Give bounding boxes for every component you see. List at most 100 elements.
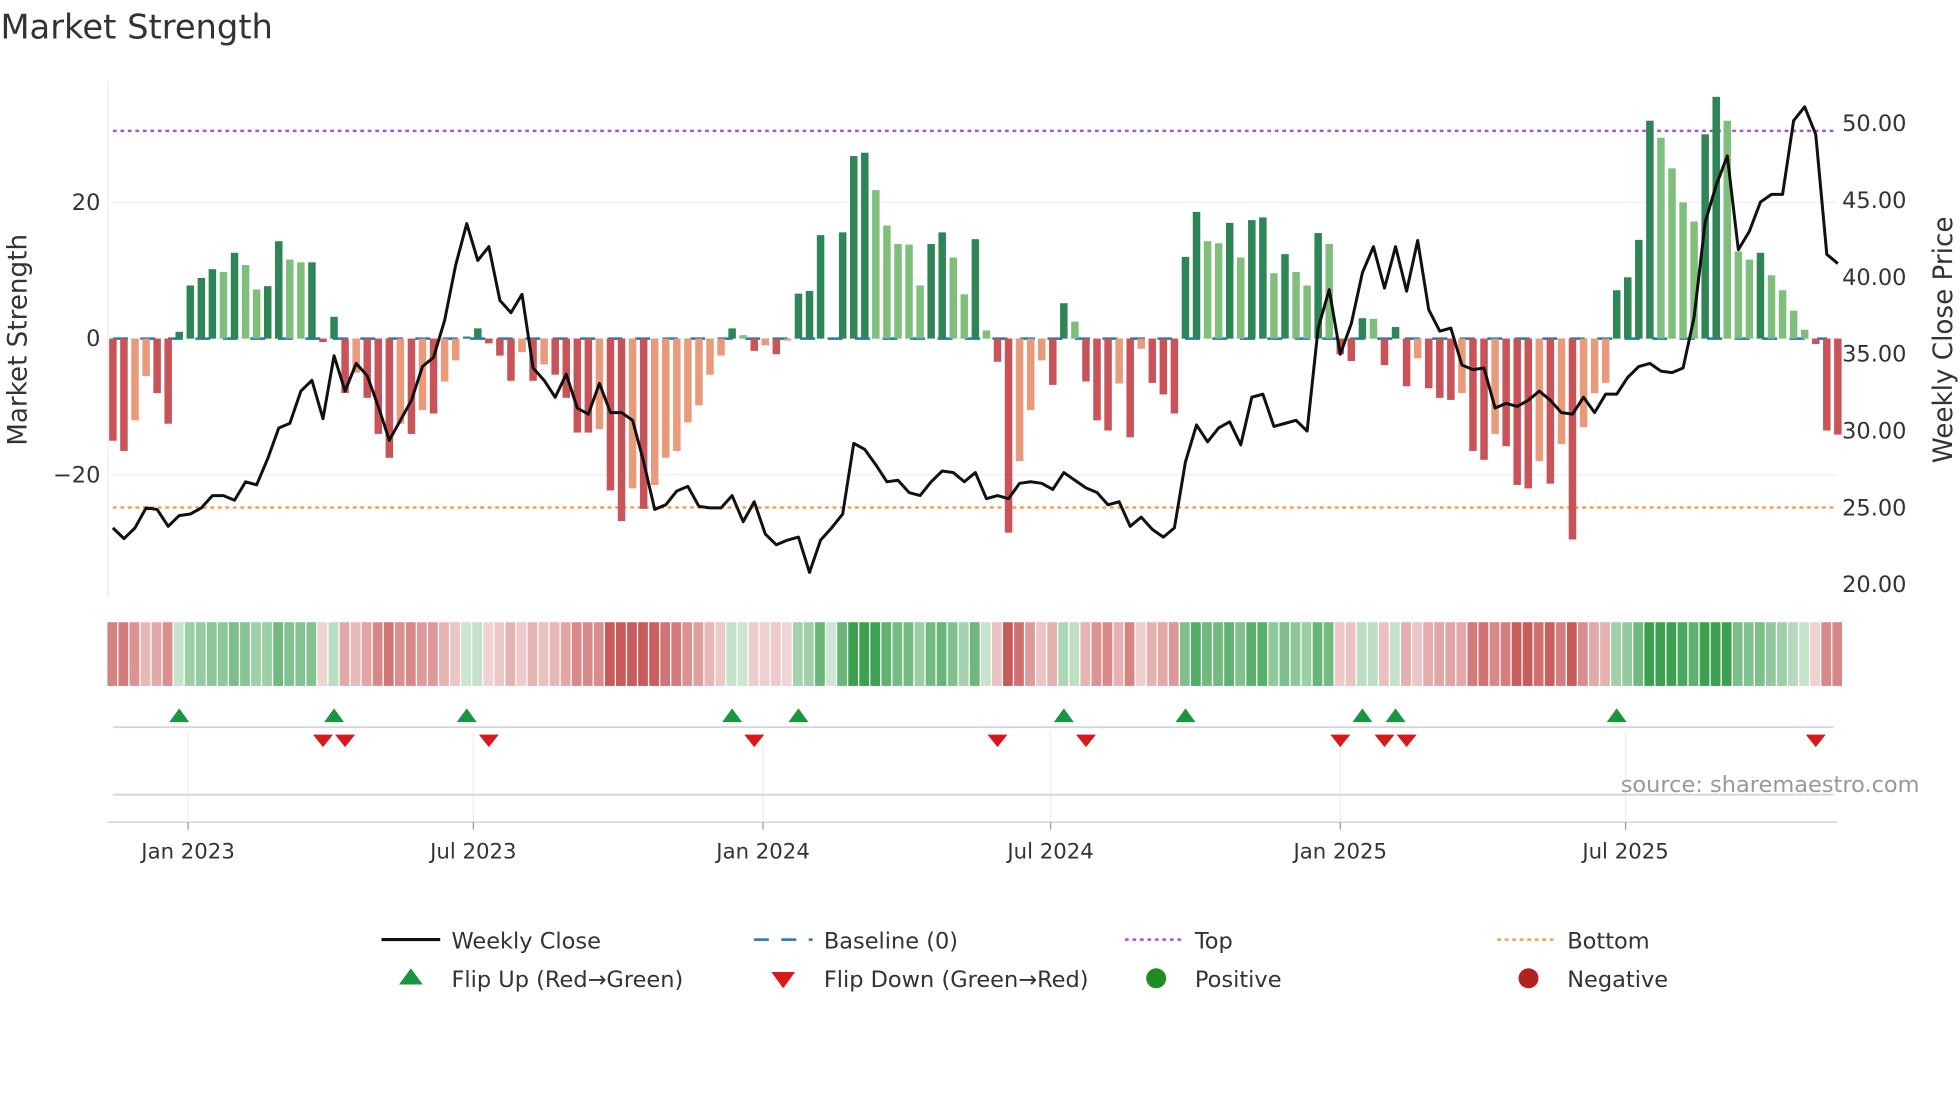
- strength-bar: [927, 243, 935, 339]
- strength-bar: [1668, 168, 1676, 339]
- strip-cell: [1788, 622, 1798, 686]
- strip-cell: [781, 622, 792, 686]
- flip-up-marker: [1606, 708, 1627, 723]
- strip-cell: [439, 622, 449, 686]
- strength-bar: [219, 271, 228, 339]
- strip-cell: [770, 622, 781, 686]
- strip-cell: [1611, 622, 1621, 686]
- strip-cell: [527, 622, 538, 686]
- flip-up-marker: [456, 708, 477, 723]
- y2-tick-label: 40.00: [1842, 265, 1906, 291]
- strength-bar: [1657, 137, 1665, 339]
- strip-cell: [1732, 622, 1743, 686]
- legend-positive-icon: [1146, 968, 1167, 989]
- flip-down-marker: [1396, 734, 1417, 748]
- strength-bar: [1347, 338, 1356, 362]
- strength-bar: [1015, 338, 1024, 462]
- strength-bar: [252, 289, 261, 339]
- strength-bar: [1424, 338, 1433, 389]
- strip-cell: [1179, 622, 1190, 686]
- strength-bar: [1723, 120, 1732, 339]
- flip-up-marker: [1175, 708, 1196, 723]
- strip-cell: [1047, 622, 1058, 686]
- strength-bar: [1491, 338, 1499, 434]
- legend-label: Bottom: [1567, 928, 1649, 954]
- strip-cell: [1279, 622, 1290, 686]
- strength-bar: [1380, 338, 1389, 366]
- legend-label: Top: [1194, 928, 1233, 954]
- strength-bar: [319, 338, 327, 343]
- strip-cell: [848, 622, 858, 686]
- strip-cell: [350, 622, 361, 686]
- chart-title: Market Strength: [0, 8, 272, 47]
- strip-cell: [1555, 622, 1566, 686]
- strip-cell: [748, 622, 759, 686]
- legend: Weekly Close Baseline (0) Top Bottom Flip Up…: [381, 928, 1668, 993]
- strip-cell: [759, 622, 770, 686]
- x-tick-label: Jan 2023: [139, 839, 235, 864]
- strip-cell: [627, 622, 637, 686]
- strip-cell: [1345, 622, 1356, 686]
- strength-bar: [761, 338, 770, 346]
- strip-cell: [1213, 622, 1223, 686]
- strip-cell: [1533, 622, 1544, 686]
- strength-bar: [960, 294, 969, 339]
- strip-cell: [1633, 622, 1644, 686]
- strength-bar: [1358, 318, 1367, 339]
- strip-cell: [815, 622, 825, 686]
- strength-bar: [617, 338, 626, 522]
- strip-cell: [660, 622, 671, 686]
- legend-label: Weekly Close: [451, 928, 600, 954]
- y2-tick-label: 45.00: [1842, 188, 1906, 214]
- strength-bar: [938, 232, 946, 339]
- strip-cell: [892, 622, 903, 686]
- x-tick-label: Jan 2025: [1292, 839, 1388, 864]
- strip-cell: [339, 622, 350, 686]
- strip-cell: [295, 622, 306, 686]
- strip-cell: [682, 622, 693, 686]
- strength-bar: [1447, 338, 1455, 400]
- strip-cell: [273, 622, 284, 686]
- strip-cell: [1235, 622, 1246, 686]
- strength-bar: [230, 252, 239, 339]
- strength-bar: [1612, 290, 1621, 339]
- flip-down-marker: [744, 734, 765, 748]
- strip-cell: [1014, 622, 1024, 686]
- strip-cell: [671, 622, 682, 686]
- strength-bar: [628, 338, 637, 489]
- strip-cell: [859, 622, 870, 686]
- strength-bar: [1789, 310, 1798, 339]
- right-axis: 50.00 45.00 40.00 35.00 30.00 25.00 20.00: [1842, 111, 1906, 598]
- strength-bar: [606, 338, 615, 491]
- strip-cell: [1666, 622, 1677, 686]
- strength-bar: [805, 290, 814, 339]
- strip-cell: [1677, 622, 1688, 686]
- y-axis-label: Market Strength: [4, 234, 34, 446]
- strength-bar: [142, 338, 150, 377]
- strip-cell: [1821, 622, 1832, 686]
- flip-down-marker: [478, 734, 499, 748]
- strength-bar: [1126, 338, 1134, 438]
- strip-cell: [560, 622, 571, 686]
- x-tick-label: Jul 2023: [428, 839, 516, 864]
- strip-cell: [1025, 622, 1035, 686]
- strength-bar: [905, 244, 913, 339]
- strip-cell: [1080, 622, 1091, 686]
- strength-bar: [1192, 211, 1201, 339]
- strip-cell: [505, 622, 516, 686]
- y2-axis-label: Weekly Close Price: [1929, 217, 1959, 464]
- strip-cell: [1456, 622, 1467, 686]
- strip-cell: [792, 622, 803, 686]
- strength-bar: [772, 338, 781, 355]
- strip-cell: [1312, 622, 1323, 686]
- strength-bar: [1524, 338, 1532, 489]
- y2-tick-label: 20.00: [1842, 572, 1906, 598]
- strip-cell: [195, 622, 206, 686]
- x-tick-label: Jul 2025: [1580, 839, 1668, 864]
- x-axis: Jan 2023 Jul 2023 Jan 2024 Jul 2024 Jan 2025…: [107, 821, 1838, 864]
- strength-bar: [451, 338, 460, 361]
- strip-cell: [1799, 622, 1809, 686]
- strength-bar: [120, 338, 128, 451]
- strength-bar: [1601, 338, 1610, 383]
- strip-cell: [361, 622, 372, 686]
